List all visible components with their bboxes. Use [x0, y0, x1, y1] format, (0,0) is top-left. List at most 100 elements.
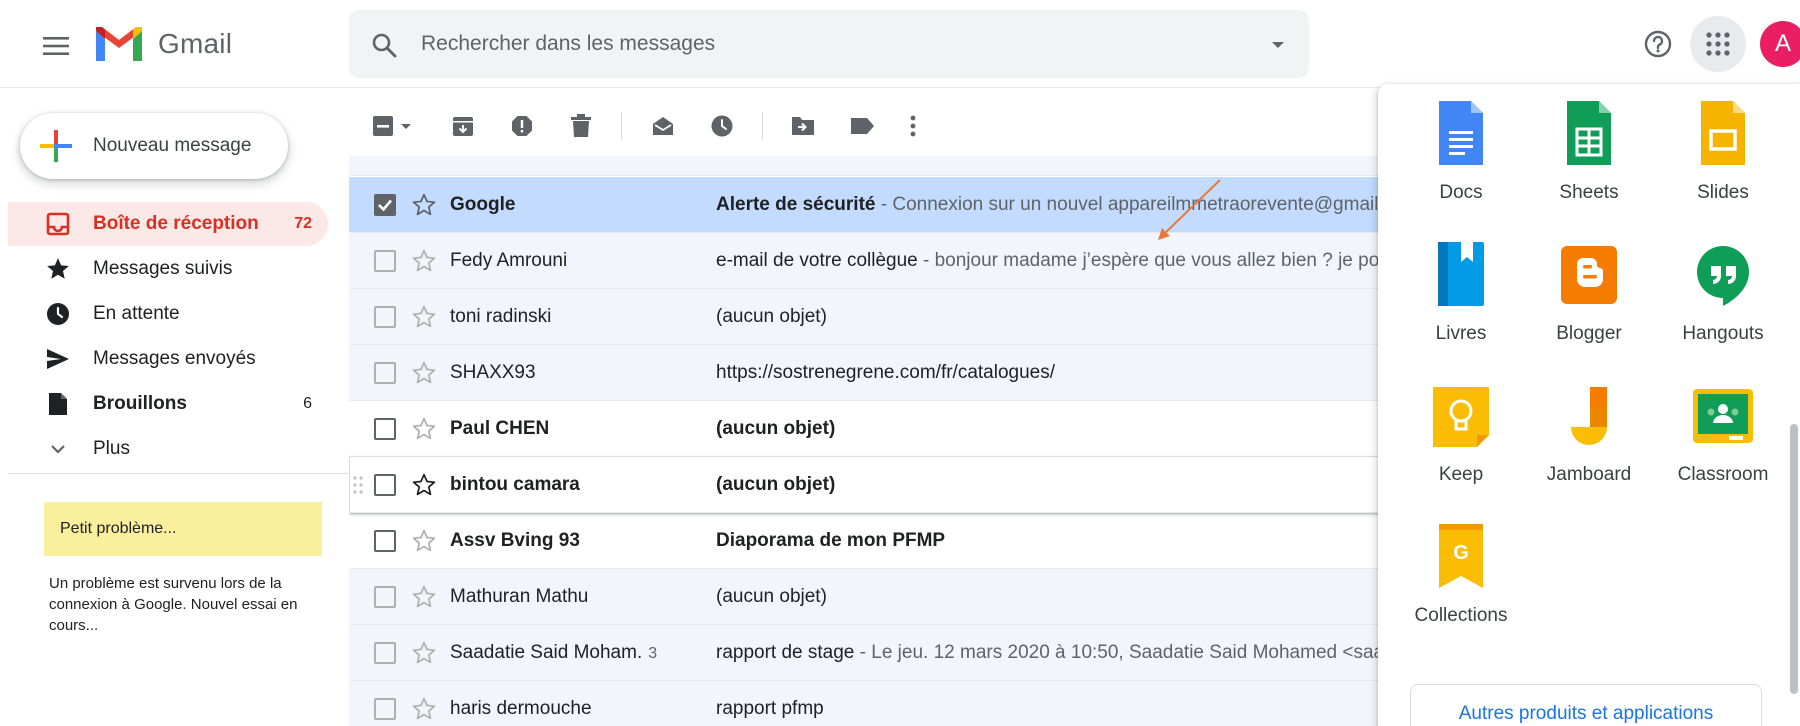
snooze-button[interactable] [704, 108, 740, 144]
archive-button[interactable] [445, 108, 481, 144]
main-menu-button[interactable] [34, 24, 78, 68]
row-checkbox[interactable] [374, 642, 396, 664]
star-outline-icon[interactable] [411, 584, 437, 610]
mail-row[interactable]: Mathuran Mathu (aucun objet) [349, 569, 1379, 625]
report-spam-button[interactable] [504, 108, 540, 144]
more-products-button[interactable]: Autres produits et applications [1410, 684, 1762, 726]
sidebar-item-inbox[interactable]: Boîte de réception 72 [8, 202, 328, 246]
collections-icon: G [1439, 524, 1483, 588]
sidebar-item-label: Brouillons [93, 393, 187, 414]
app-jamboard[interactable]: Jamboard [1522, 373, 1656, 503]
mail-row[interactable]: SHAXX93 https://sostrenegrene.com/fr/cat… [349, 345, 1379, 401]
hangouts-icon [1697, 246, 1749, 306]
gmail-logo-text: Gmail [158, 28, 233, 59]
row-checkbox[interactable] [374, 474, 396, 496]
hamburger-menu-icon [43, 37, 69, 55]
app-docs[interactable]: Docs [1394, 91, 1528, 221]
row-checkbox[interactable] [374, 418, 396, 440]
mail-row-partial[interactable] [349, 156, 1379, 176]
mail-row[interactable]: toni radinski (aucun objet) [349, 289, 1379, 345]
mail-sender: SHAXX93 [450, 362, 536, 383]
apps-grid-icon [1706, 32, 1730, 56]
drafts-count: 6 [303, 395, 312, 412]
mail-row[interactable]: Assv Bving 93 Diaporama de mon PFMP [349, 513, 1379, 569]
google-apps-button[interactable] [1690, 16, 1746, 72]
app-label: Blogger [1556, 323, 1622, 344]
mail-subject: (aucun objet) [716, 586, 827, 607]
app-books[interactable]: Livres [1394, 232, 1528, 362]
mail-row[interactable]: bintou camara (aucun objet) [349, 457, 1379, 513]
mail-subject-line: (aucun objet) [716, 401, 1379, 457]
row-checkbox[interactable] [374, 530, 396, 552]
row-checkbox[interactable] [374, 586, 396, 608]
thread-count: 3 [648, 645, 658, 662]
star-outline-icon[interactable] [411, 528, 437, 554]
mail-subject-line: rapport pfmp [716, 681, 1379, 726]
app-hangouts[interactable]: Hangouts [1656, 232, 1790, 362]
select-dropdown-button[interactable] [369, 108, 419, 144]
row-checkbox[interactable] [374, 194, 396, 216]
mail-row[interactable]: Saadatie Said Moham. 3 rapport de stage -… [349, 625, 1379, 681]
sidebar-item-label: Messages envoyés [93, 348, 256, 369]
row-checkbox[interactable] [374, 362, 396, 384]
sidebar-item-more[interactable]: Plus [8, 427, 328, 471]
app-sheets[interactable]: Sheets [1522, 91, 1656, 221]
mail-subject-line: (aucun objet) [716, 457, 1379, 513]
help-button[interactable] [1636, 22, 1680, 66]
mail-sender: Fedy Amrouni [450, 250, 568, 271]
star-outline-icon[interactable] [411, 696, 437, 722]
star-outline-icon[interactable] [411, 304, 437, 330]
mark-read-envelope-icon [653, 117, 673, 135]
search-icon[interactable] [371, 32, 397, 58]
row-checkbox[interactable] [374, 250, 396, 272]
mail-subject-line: e-mail de votre collègue - bonjour madam… [716, 233, 1379, 289]
star-outline-icon[interactable] [411, 360, 437, 386]
account-avatar[interactable]: A [1760, 21, 1800, 67]
delete-button[interactable] [563, 108, 599, 144]
move-to-button[interactable] [785, 108, 821, 144]
app-label: Docs [1439, 182, 1483, 203]
sidebar-item-snoozed[interactable]: En attente [8, 292, 328, 336]
search-input[interactable] [421, 26, 1201, 62]
labels-button[interactable] [844, 108, 880, 144]
star-outline-icon[interactable] [411, 640, 437, 666]
app-blogger[interactable]: Blogger [1522, 232, 1656, 362]
mail-toolbar [349, 96, 1379, 156]
gmail-logo[interactable]: Gmail [94, 24, 232, 64]
search-options-caret-icon[interactable] [1267, 34, 1289, 56]
star-outline-icon[interactable] [411, 416, 437, 442]
mail-row[interactable]: haris dermouche rapport pfmp [349, 681, 1379, 726]
star-icon [44, 255, 72, 283]
sidebar-item-sent[interactable]: Messages envoyés [8, 337, 328, 381]
sidebar-item-drafts[interactable]: Brouillons 6 [8, 382, 328, 426]
mail-subject-line: (aucun objet) [716, 569, 1379, 625]
drag-handle-icon[interactable] [353, 476, 363, 494]
app-keep[interactable]: Keep [1394, 373, 1528, 503]
mail-row[interactable]: Paul CHEN (aucun objet) [349, 401, 1379, 457]
mail-subject: (aucun objet) [716, 418, 836, 439]
row-checkbox[interactable] [374, 306, 396, 328]
mail-snippet: - bonjour madame j’espère que vous allez… [917, 250, 1379, 271]
jamboard-icon [1571, 387, 1607, 445]
chevron-down-icon [44, 435, 72, 463]
mail-sender: haris dermouche [450, 698, 592, 719]
star-outline-icon[interactable] [411, 248, 437, 274]
unread-count: 72 [294, 215, 312, 232]
send-icon [44, 345, 72, 373]
app-classroom[interactable]: Classroom [1656, 373, 1790, 503]
mail-subject: rapport pfmp [716, 698, 824, 719]
sidebar-item-starred[interactable]: Messages suivis [8, 247, 328, 291]
compose-button[interactable]: Nouveau message [20, 113, 288, 179]
classroom-icon [1693, 389, 1753, 443]
sidebar-item-label: En attente [93, 303, 180, 324]
app-collections[interactable]: G Collections [1394, 514, 1528, 644]
app-slides[interactable]: Slides [1656, 91, 1790, 221]
star-outline-icon[interactable] [411, 472, 437, 498]
row-checkbox[interactable] [374, 698, 396, 720]
trash-icon [571, 114, 591, 137]
star-outline-icon[interactable] [411, 192, 437, 218]
mark-as-read-button[interactable] [645, 108, 681, 144]
more-vertical-icon [910, 115, 916, 137]
more-actions-button[interactable] [895, 108, 931, 144]
apps-panel-scrollbar[interactable] [1790, 424, 1798, 694]
